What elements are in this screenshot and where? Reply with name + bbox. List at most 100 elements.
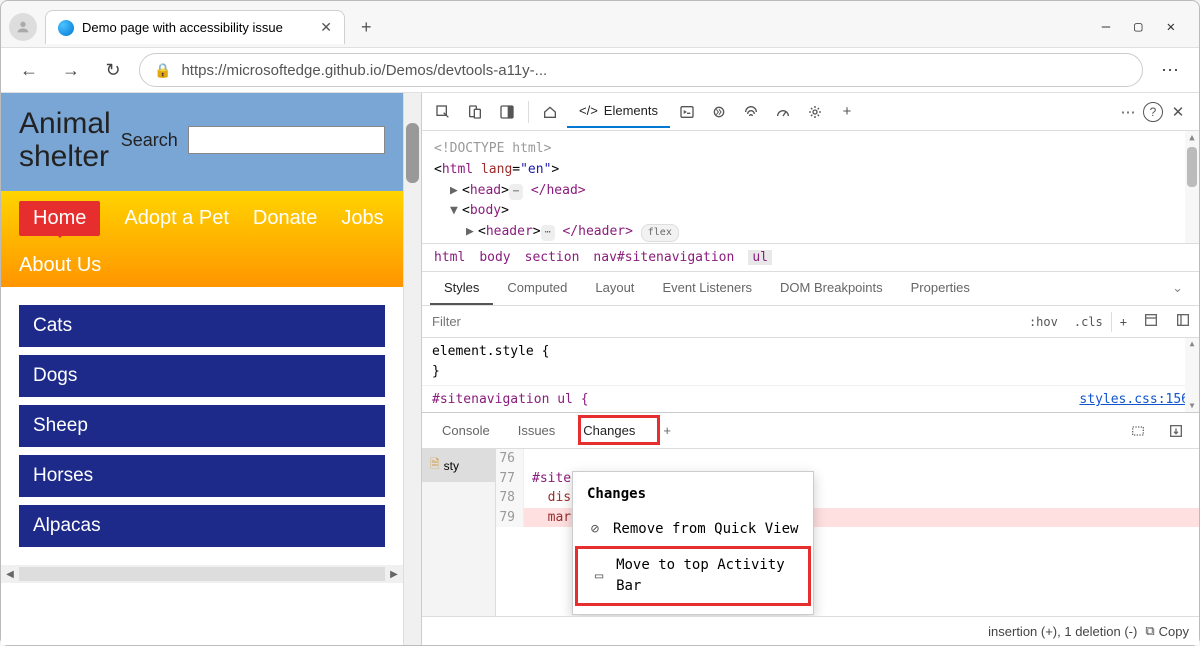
welcome-tab-icon[interactable] — [535, 97, 565, 127]
browser-tab[interactable]: Demo page with accessibility issue ✕ — [45, 10, 345, 44]
file-item[interactable]: 🗎 sty — [422, 449, 495, 482]
style-icon[interactable] — [1135, 306, 1167, 337]
drawer-footer: insertion (+), 1 deletion (-) ⧉ Copy — [422, 616, 1199, 645]
drawer-panel: Console Issues Changes + 🗎 sty — [422, 412, 1199, 645]
nav-donate[interactable]: Donate — [253, 207, 318, 230]
nav-jobs[interactable]: Jobs — [341, 207, 383, 230]
back-button[interactable]: ← — [13, 54, 45, 86]
computed-toggle-icon[interactable] — [1167, 306, 1199, 337]
chevron-down-icon[interactable]: ⌄ — [1164, 272, 1191, 305]
styles-rules[interactable]: element.style { } styles.css:156 #sitena… — [422, 338, 1199, 412]
menu-header: Changes — [573, 480, 813, 513]
list-item[interactable]: Cats — [19, 305, 385, 347]
browser-menu-button[interactable]: ⋯ — [1153, 60, 1187, 81]
dom-breadcrumb: html body section nav#sitenavigation ul — [422, 243, 1199, 272]
styles-filter-row: :hov .cls + — [422, 306, 1199, 338]
url-text: https://microsoftedge.github.io/Demos/de… — [181, 62, 547, 79]
drawer-console-tab[interactable]: Console — [430, 417, 502, 444]
styles-tabbar: Styles Computed Layout Event Listeners D… — [422, 272, 1199, 306]
browser-toolbar: ← → ↻ 🔒 https://microsoftedge.github.io/… — [1, 47, 1199, 93]
new-rule-button[interactable]: + — [1112, 309, 1135, 335]
code-icon: </> — [579, 103, 598, 118]
minimize-button[interactable]: — — [1102, 19, 1110, 35]
search-label: Search — [121, 130, 178, 151]
devtools-tabbar: </> Elements + ⋯ ? ✕ — [422, 93, 1199, 131]
nav-home[interactable]: Home — [19, 201, 100, 236]
settings-icon[interactable] — [800, 97, 830, 127]
page-title-line2: shelter — [19, 140, 111, 173]
lock-icon: 🔒 — [154, 62, 171, 79]
sources-tab-icon[interactable] — [704, 97, 734, 127]
dom-tree[interactable]: <!DOCTYPE html> <html lang="en"> ▶<head>… — [422, 131, 1199, 243]
search-input[interactable] — [188, 126, 385, 154]
page-header: Animal shelter Search — [1, 93, 403, 191]
styles-filter-input[interactable] — [422, 306, 1021, 337]
list-item[interactable]: Dogs — [19, 355, 385, 397]
page-viewport: Animal shelter Search Home Adopt a Pet D… — [1, 93, 421, 645]
page-horizontal-scrollbar[interactable]: ◀▶ — [1, 565, 403, 583]
window-controls: — ▢ ✕ — [1102, 19, 1191, 35]
dom-scrollbar[interactable]: ▲ — [1185, 131, 1199, 243]
add-tab-icon[interactable]: + — [832, 97, 862, 127]
tab-strip: Demo page with accessibility issue ✕ + —… — [1, 1, 1199, 47]
drawer-dock-icon[interactable] — [1161, 416, 1191, 446]
devtools-close-icon[interactable]: ✕ — [1163, 97, 1193, 127]
help-icon[interactable]: ? — [1143, 102, 1163, 122]
forward-button[interactable]: → — [55, 54, 87, 86]
changes-file-list: 🗎 sty — [422, 449, 496, 616]
properties-tab[interactable]: Properties — [897, 272, 984, 305]
crumb-selected[interactable]: ul — [748, 250, 772, 265]
inspect-icon[interactable] — [428, 97, 458, 127]
elements-tab[interactable]: </> Elements — [567, 95, 670, 128]
console-tab-icon[interactable] — [672, 97, 702, 127]
computed-tab[interactable]: Computed — [493, 272, 581, 305]
changes-context-menu: Changes ⊘ Remove from Quick View ▭ Move … — [572, 471, 814, 615]
nav-about[interactable]: About Us — [19, 254, 101, 277]
network-tab-icon[interactable] — [736, 97, 766, 127]
crumb[interactable]: html — [434, 250, 465, 265]
drawer-issues-tab[interactable]: Issues — [506, 417, 568, 444]
window-close-button[interactable]: ✕ — [1167, 19, 1175, 35]
layout-tab[interactable]: Layout — [581, 272, 648, 305]
edge-favicon-icon — [58, 20, 74, 36]
performance-tab-icon[interactable] — [768, 97, 798, 127]
cls-toggle[interactable]: .cls — [1066, 309, 1111, 335]
styles-scrollbar[interactable] — [1185, 338, 1199, 412]
crumb[interactable]: section — [525, 250, 580, 265]
dock-icon[interactable] — [492, 97, 522, 127]
diff-view[interactable]: 76 77#sitenavigation ul { 78 display: fl… — [496, 449, 1199, 616]
new-tab-button[interactable]: + — [353, 13, 380, 42]
source-link[interactable]: styles.css:156 — [1079, 390, 1189, 410]
drawer-expand-icon[interactable] — [1123, 416, 1153, 446]
maximize-button[interactable]: ▢ — [1134, 19, 1142, 35]
tab-close-icon[interactable]: ✕ — [320, 19, 332, 36]
reload-button[interactable]: ↻ — [97, 54, 129, 86]
crumb[interactable]: nav#sitenavigation — [593, 250, 734, 265]
address-bar[interactable]: 🔒 https://microsoftedge.github.io/Demos/… — [139, 53, 1143, 87]
menu-move-top-activitybar[interactable]: ▭ Move to top Activity Bar — [578, 549, 808, 603]
hov-toggle[interactable]: :hov — [1021, 309, 1066, 335]
page-nav: Home Adopt a Pet Donate Jobs About Us — [1, 191, 403, 287]
devtools-panel: </> Elements + ⋯ ? ✕ <!DOCTYPE html> <ht… — [421, 93, 1199, 645]
list-item[interactable]: Sheep — [19, 405, 385, 447]
copy-button[interactable]: ⧉ Copy — [1145, 623, 1189, 639]
animal-list: Cats Dogs Sheep Horses Alpacas — [1, 287, 403, 565]
devtools-more-icon[interactable]: ⋯ — [1113, 97, 1143, 127]
profile-icon[interactable] — [9, 13, 37, 41]
crumb[interactable]: body — [479, 250, 510, 265]
copy-icon: ⧉ — [1145, 623, 1154, 639]
nav-adopt[interactable]: Adopt a Pet — [124, 207, 229, 230]
list-item[interactable]: Alpacas — [19, 505, 385, 547]
drawer-tabbar: Console Issues Changes + — [422, 413, 1199, 449]
page-vertical-scrollbar[interactable] — [403, 93, 421, 645]
device-toggle-icon[interactable] — [460, 97, 490, 127]
menu-remove-quickview[interactable]: ⊘ Remove from Quick View — [573, 513, 813, 546]
person-icon — [15, 19, 31, 35]
file-icon: 🗎 — [430, 455, 440, 476]
styles-tab[interactable]: Styles — [430, 272, 493, 305]
window-icon: ▭ — [592, 566, 606, 587]
tab-title: Demo page with accessibility issue — [82, 20, 312, 35]
dom-breakpoints-tab[interactable]: DOM Breakpoints — [766, 272, 897, 305]
listeners-tab[interactable]: Event Listeners — [648, 272, 766, 305]
list-item[interactable]: Horses — [19, 455, 385, 497]
